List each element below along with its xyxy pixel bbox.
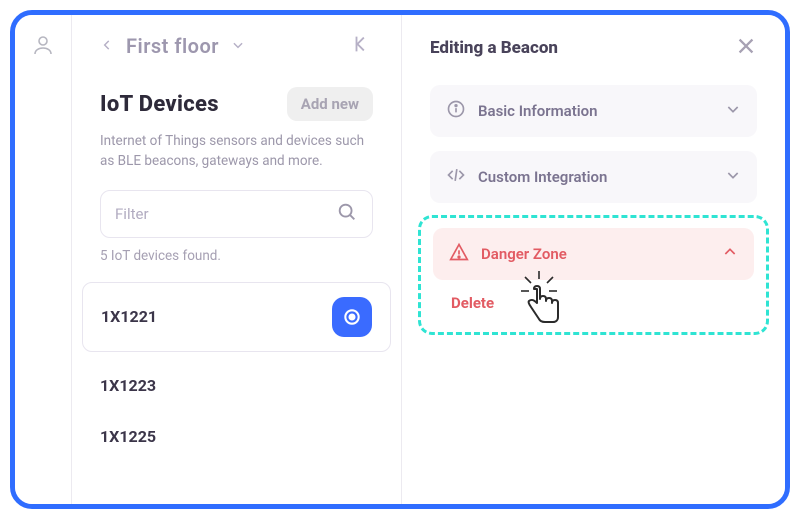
device-item[interactable]: 1X1225 — [72, 411, 401, 462]
section-title: IoT Devices — [100, 92, 219, 117]
beacon-icon — [332, 297, 372, 337]
app-frame: First floor IoT Devices Add new Internet… — [10, 10, 790, 509]
filter-box[interactable] — [100, 190, 373, 238]
device-name: 1X1221 — [101, 307, 157, 326]
devices-panel: First floor IoT Devices Add new Internet… — [71, 15, 401, 504]
back-icon[interactable] — [100, 37, 114, 56]
device-list: 1X1221 1X1223 1X1225 — [72, 282, 401, 462]
device-name: 1X1223 — [100, 376, 156, 395]
accordion-basic-information[interactable]: Basic Information — [430, 85, 757, 137]
floor-row: First floor — [100, 33, 373, 59]
chevron-up-icon — [722, 244, 738, 264]
results-count: 5 IoT devices found. — [100, 248, 373, 264]
floor-title[interactable]: First floor — [126, 34, 219, 58]
delete-button[interactable]: Delete — [451, 294, 754, 312]
info-icon — [446, 99, 466, 123]
chevron-down-icon — [725, 167, 741, 187]
layout: First floor IoT Devices Add new Internet… — [15, 15, 785, 504]
section-description: Internet of Things sensors and devices s… — [100, 131, 373, 172]
warning-icon — [449, 242, 469, 266]
code-icon — [446, 165, 466, 189]
filter-input[interactable] — [115, 205, 336, 223]
nav-strip — [15, 15, 71, 504]
accordion-danger-zone[interactable]: Danger Zone — [433, 228, 754, 280]
collapse-panel-icon[interactable] — [351, 33, 373, 59]
editor-header: Editing a Beacon — [430, 35, 757, 61]
close-icon[interactable] — [735, 35, 757, 61]
editor-panel: Editing a Beacon Basic Information — [401, 15, 785, 504]
accordion-label: Danger Zone — [481, 245, 567, 263]
chevron-down-icon — [725, 101, 741, 121]
accordion-label: Custom Integration — [478, 168, 607, 186]
device-name: 1X1225 — [100, 427, 156, 446]
search-icon[interactable] — [336, 201, 358, 227]
user-icon[interactable] — [31, 33, 55, 504]
chevron-down-icon[interactable] — [231, 37, 245, 56]
danger-zone-highlight: Danger Zone Delete — [418, 215, 769, 335]
add-new-button[interactable]: Add new — [287, 87, 373, 121]
accordion-custom-integration[interactable]: Custom Integration — [430, 151, 757, 203]
device-item[interactable]: 1X1223 — [72, 360, 401, 411]
accordion-label: Basic Information — [478, 102, 598, 120]
device-item[interactable]: 1X1221 — [82, 282, 391, 352]
section-header: IoT Devices Add new — [100, 87, 373, 121]
editor-title: Editing a Beacon — [430, 38, 558, 58]
